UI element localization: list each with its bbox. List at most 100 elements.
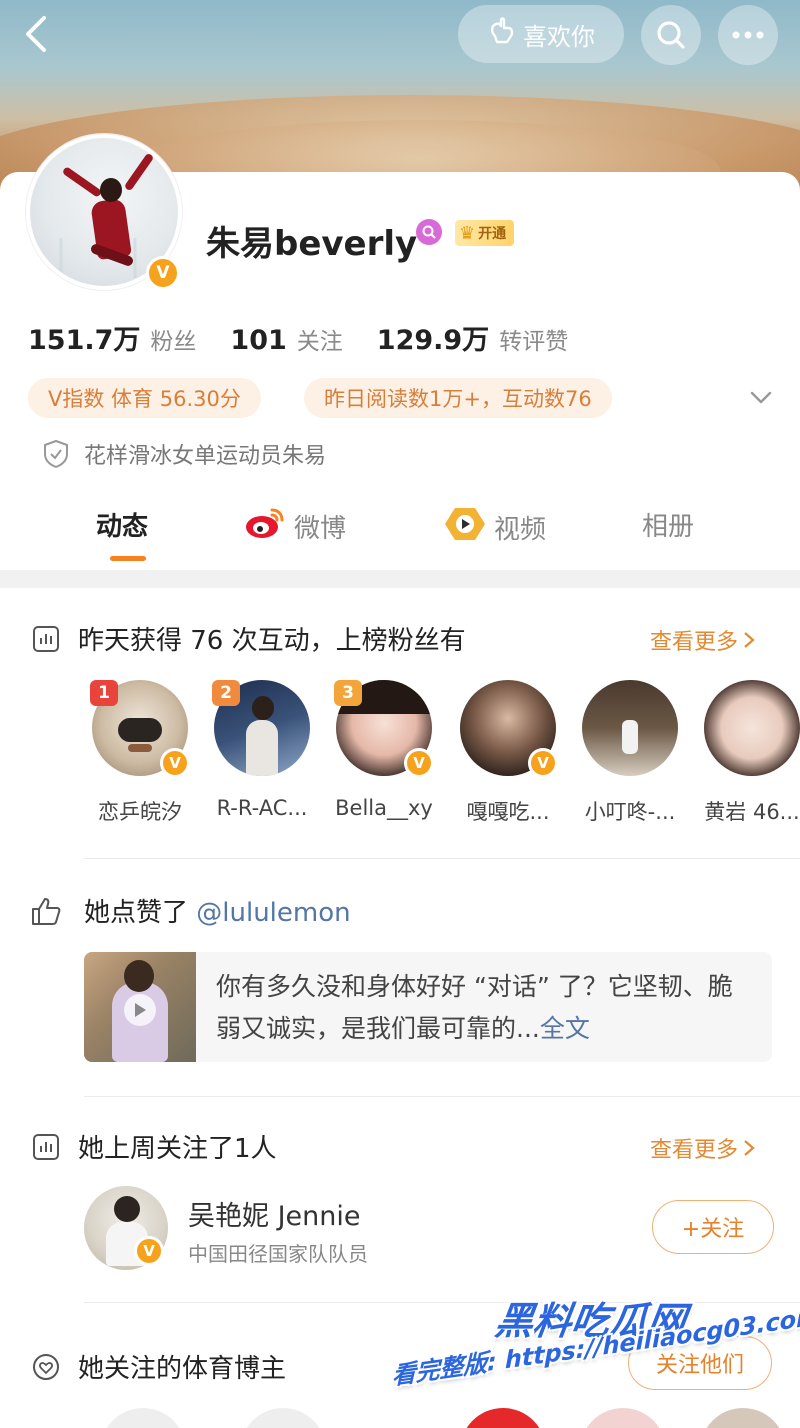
vip-open-label: 开通 — [478, 226, 507, 242]
tab-video[interactable]: 视频 — [444, 506, 546, 549]
chevron-right-icon — [744, 1140, 755, 1156]
stat-number: 151.7万 — [28, 325, 141, 356]
section-title-text: 昨天获得 76 次互动，上榜粉丝有 — [78, 626, 466, 656]
view-more-label: 查看更多 — [650, 1138, 739, 1163]
fan-name: 嘎嘎吃... — [466, 800, 550, 824]
play-icon — [124, 994, 156, 1026]
user-description: 中国田径国家队队员 — [188, 1242, 368, 1266]
top-fan-item[interactable]: V 嘎嘎吃... — [458, 680, 558, 826]
rank-badge: 2 — [212, 680, 240, 706]
top-fan-item[interactable]: 2 R-R-AC... — [212, 680, 312, 820]
blogger-avatar[interactable] — [700, 1408, 786, 1428]
v-index-chip[interactable]: V指数 体育 56.30分 — [28, 378, 261, 418]
vip-open-badge[interactable]: ♛ 开通 — [455, 220, 515, 246]
profile-tabs: 动态 微博 视频 相册 — [0, 500, 800, 564]
profile-bio: 花样滑冰女单运动员朱易 — [42, 438, 326, 470]
stat-number: 129.9万 — [376, 325, 490, 356]
tab-feed[interactable]: 动态 — [96, 506, 148, 543]
fan-avatar: 3 V — [334, 680, 434, 778]
rank-badge: 3 — [334, 680, 362, 706]
weibo-logo-icon — [244, 506, 286, 547]
section-title-text: 她关注的体育博主 — [78, 1354, 287, 1384]
fan-avatar: V — [460, 680, 558, 778]
full-text-link[interactable]: 全文 — [540, 1014, 590, 1043]
blogger-avatars-strip — [0, 1408, 800, 1428]
search-button[interactable] — [641, 5, 701, 65]
sports-bloggers-section-title: 她关注的体育博主 — [32, 1348, 286, 1385]
verified-badge-icon: V — [404, 748, 434, 778]
chevron-down-icon[interactable] — [748, 384, 774, 410]
like-you-label: 喜欢你 — [523, 22, 595, 51]
shield-icon — [44, 439, 68, 469]
stat-reposts-comments-likes[interactable]: 129.9万 转评赞 — [377, 318, 568, 357]
verified-badge-icon: V — [160, 748, 190, 778]
more-dots-icon — [732, 31, 764, 39]
followed-user-row[interactable]: V 吴艳妮 Jennie 中国田径国家队队员 +关注 — [84, 1186, 784, 1276]
blogger-avatar[interactable] — [580, 1408, 666, 1428]
profile-name: 朱易beverly — [206, 224, 418, 264]
thumbs-up-icon — [32, 897, 61, 925]
top-fan-item[interactable]: 小叮咚-... — [580, 680, 680, 826]
section-title-text: 她上周关注了1人 — [78, 1134, 277, 1164]
verified-badge-icon: V — [146, 256, 180, 290]
blogger-avatar[interactable] — [240, 1408, 326, 1428]
post-thumbnail — [84, 952, 196, 1062]
active-tab-indicator — [110, 556, 146, 561]
user-name: 吴艳妮 Jennie — [188, 1201, 361, 1232]
chevron-left-icon — [26, 16, 46, 52]
more-options-button[interactable] — [718, 5, 778, 65]
rank-badge: 1 — [90, 680, 118, 706]
tab-weibo[interactable]: 微博 — [244, 506, 346, 547]
blogger-avatar[interactable] — [100, 1408, 186, 1428]
heart-circle-icon — [33, 1353, 59, 1380]
fan-name: 黄岩 46... — [704, 800, 800, 824]
followed-section-title: 她上周关注了1人 — [32, 1128, 277, 1165]
tab-label: 微博 — [294, 514, 347, 544]
view-more-followed-link[interactable]: 查看更多 — [650, 1132, 756, 1164]
view-more-fans-link[interactable]: 查看更多 — [650, 624, 756, 656]
profile-stats: 151.7万 粉丝 101 关注 129.9万 转评赞 — [28, 318, 602, 357]
chevron-right-icon — [744, 632, 755, 648]
bar-chart-icon — [33, 1133, 59, 1160]
stat-following[interactable]: 101 关注 — [230, 322, 342, 356]
lens-icon[interactable] — [416, 219, 442, 245]
top-fan-item[interactable]: 3 V Bella__xy — [334, 680, 434, 820]
bio-text: 花样滑冰女单运动员朱易 — [84, 444, 327, 469]
bar-chart-icon — [33, 625, 59, 652]
stat-label: 粉丝 — [150, 329, 197, 355]
stat-label: 关注 — [296, 329, 343, 355]
fan-avatar: 2 — [212, 680, 310, 776]
video-hex-icon — [444, 506, 486, 549]
liked-prefix: 她点赞了 — [84, 898, 189, 928]
hand-heart-icon — [487, 16, 517, 52]
fan-name: 恋乒皖汐 — [98, 800, 182, 824]
divider — [84, 1096, 800, 1097]
fan-avatar — [704, 680, 800, 776]
stat-followers[interactable]: 151.7万 粉丝 — [28, 318, 196, 357]
fan-name: Bella__xy — [335, 796, 433, 820]
divider — [84, 1302, 800, 1303]
top-fan-item[interactable]: 黄岩 46... — [702, 680, 800, 826]
section-divider — [0, 570, 800, 588]
crown-icon: ♛ — [459, 222, 476, 244]
tab-label: 视频 — [494, 515, 547, 545]
tab-album[interactable]: 相册 — [642, 506, 694, 543]
back-button[interactable] — [20, 12, 60, 60]
fan-avatar: 1 V — [90, 680, 190, 778]
search-icon — [657, 21, 685, 49]
top-fan-item[interactable]: 1 V 恋乒皖汐 — [90, 680, 190, 826]
verified-badge-icon: V — [528, 748, 558, 778]
blogger-avatar[interactable] — [460, 1408, 546, 1428]
tab-label: 动态 — [96, 512, 149, 542]
mention-link[interactable]: @lululemon — [196, 898, 350, 928]
like-you-button[interactable]: 喜欢你 — [458, 5, 624, 63]
follow-button[interactable]: +关注 — [652, 1200, 774, 1254]
liked-activity: 她点赞了 @lululemon — [30, 892, 351, 929]
stat-label: 转评赞 — [499, 329, 569, 355]
fan-avatar — [582, 680, 678, 776]
reading-stats-chip[interactable]: 昨日阅读数1万+，互动数76 — [304, 378, 612, 418]
post-text: 你有多久没和身体好好 “对话” 了？它坚韧、脆弱又诚实，是我们最可靠的... — [216, 972, 733, 1043]
fan-name: 小叮咚-... — [584, 800, 676, 824]
view-more-label: 查看更多 — [650, 630, 739, 655]
liked-post-card[interactable]: 你有多久没和身体好好 “对话” 了？它坚韧、脆弱又诚实，是我们最可靠的...全文 — [84, 952, 772, 1062]
